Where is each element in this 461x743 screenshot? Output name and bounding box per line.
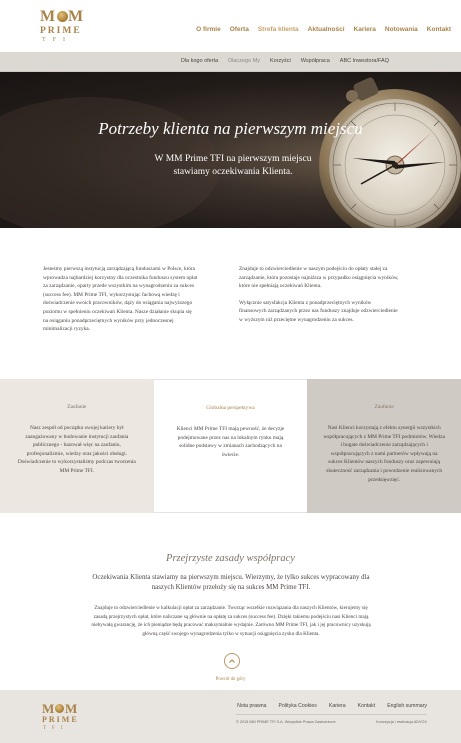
main-navigation: O firmie Oferta Strefa klienta Aktualnoś… <box>196 26 451 33</box>
footer-credit[interactable]: Koncepcja i realizacja ADVOX <box>376 720 427 724</box>
footer-link-polityka-cookies[interactable]: Polityka Cookies <box>279 703 317 709</box>
nav-item-o-firmie[interactable]: O firmie <box>196 26 221 33</box>
back-to-top-label[interactable]: Powrót do góry <box>0 677 461 682</box>
intro-left-text: Jesteśmy pierwszą instytucją zarządzając… <box>43 266 198 333</box>
footer-logo[interactable]: M M PRIME TFI <box>40 701 88 735</box>
hero-banner: Potrzeby klienta na pierwszym miejscu W … <box>0 72 461 228</box>
site-header: M M PRIME TFI O firmie Oferta Strefa kli… <box>0 0 461 52</box>
logo-prime: PRIME <box>40 26 82 36</box>
column-text: Nasz zespół od początku swojej kariery b… <box>17 425 136 474</box>
site-footer: M M PRIME TFI Nota prawna Polityka Cooki… <box>0 690 461 743</box>
cooperation-body: Znajduje to odzwierciedlenie w kalkulacj… <box>91 605 371 637</box>
nav-item-notowania[interactable]: Notowania <box>385 26 418 33</box>
nav-item-oferta[interactable]: Oferta <box>230 26 249 33</box>
cooperation-title: Przejrzyste zasady współpracy <box>166 553 295 564</box>
column-text: Nasi Klienci korzystają z efektu synergi… <box>323 425 445 483</box>
logo-letter-m: M <box>40 8 56 25</box>
subnav-item-abc-inwestora[interactable]: ABC Inwestora/FAQ <box>340 58 389 64</box>
logo-prime: PRIME <box>42 715 79 724</box>
column-text: Klienci MM Prime TFI mają pewność, że de… <box>176 426 285 458</box>
footer-link-english-summary[interactable]: English summary <box>387 703 427 709</box>
logo-coin-icon <box>55 704 64 713</box>
logo-tfi: TFI <box>43 726 69 731</box>
compass-image <box>0 77 461 228</box>
logo-tfi: TFI <box>42 37 72 43</box>
hero-subtitle: W MM Prime TFI na pierwszym miejscu staw… <box>154 154 312 177</box>
intro-right-column: Znajduje to odzwierciedlenie w naszym po… <box>239 265 399 333</box>
nav-item-kariera[interactable]: Kariera <box>354 26 376 33</box>
cooperation-lead: Oczekiwania Klienta stawiamy na pierwszy… <box>92 574 370 591</box>
logo-letter-m: M <box>68 8 84 25</box>
footer-link-nota-prawna[interactable]: Nota prawna <box>237 703 266 709</box>
mm-prime-logo[interactable]: M M PRIME TFI <box>38 8 92 46</box>
footer-link-kontakt[interactable]: Kontakt <box>358 703 376 709</box>
logo-coin-icon <box>57 11 68 22</box>
intro-right-text-2: Wyłącznie satysfakcja Klienta z ponadprz… <box>239 299 398 323</box>
subnav-item-dlaczego-my[interactable]: Dlaczego My <box>228 58 260 64</box>
column-heading: Zaufanie <box>374 404 394 410</box>
nav-item-kontakt[interactable]: Kontakt <box>427 26 451 33</box>
subnav-item-korzysci[interactable]: Korzyści <box>270 58 291 64</box>
value-column-global-perspective: Globalna perspektywa Klienci MM Prime TF… <box>153 379 308 513</box>
column-heading: Globalna perspektywa <box>206 405 255 411</box>
intro-right-text-1: Znajduje to odzwierciedlenie w naszym po… <box>239 266 399 290</box>
column-heading: Zaufanie <box>67 404 87 410</box>
value-columns: Zaufanie Nasz zespół od początku swojej … <box>0 379 461 513</box>
value-column-trust: Zaufanie Nasz zespół od początku swojej … <box>0 379 154 513</box>
footer-copyright: © 2015 MM PRIME TFI S.A. Wszystkie Prawa… <box>236 720 336 724</box>
sub-navigation: Dla kogo oferta Dlaczego My Korzyści Wsp… <box>0 52 461 72</box>
nav-item-strefa-klienta[interactable]: Strefa klienta <box>258 26 299 33</box>
hero-title: Potrzeby klienta na pierwszym miejscu <box>98 119 363 138</box>
chevron-up-icon <box>229 659 235 663</box>
footer-divider <box>236 714 427 715</box>
back-to-top-button[interactable] <box>224 653 240 669</box>
subnav-item-wspolpraca[interactable]: Współpraca <box>301 58 330 64</box>
footer-link-kariera[interactable]: Kariera <box>329 703 346 709</box>
nav-item-aktualnosci[interactable]: Aktualności <box>308 26 345 33</box>
subnav-item-dla-kogo-oferta[interactable]: Dla kogo oferta <box>181 58 218 64</box>
intro-left-column: Jesteśmy pierwszą instytucją zarządzając… <box>43 265 198 342</box>
value-column-synergy: Zaufanie Nasi Klienci korzystają z efekt… <box>307 379 461 513</box>
footer-navigation: Nota prawna Polityka Cookies Kariera Kon… <box>237 703 427 709</box>
